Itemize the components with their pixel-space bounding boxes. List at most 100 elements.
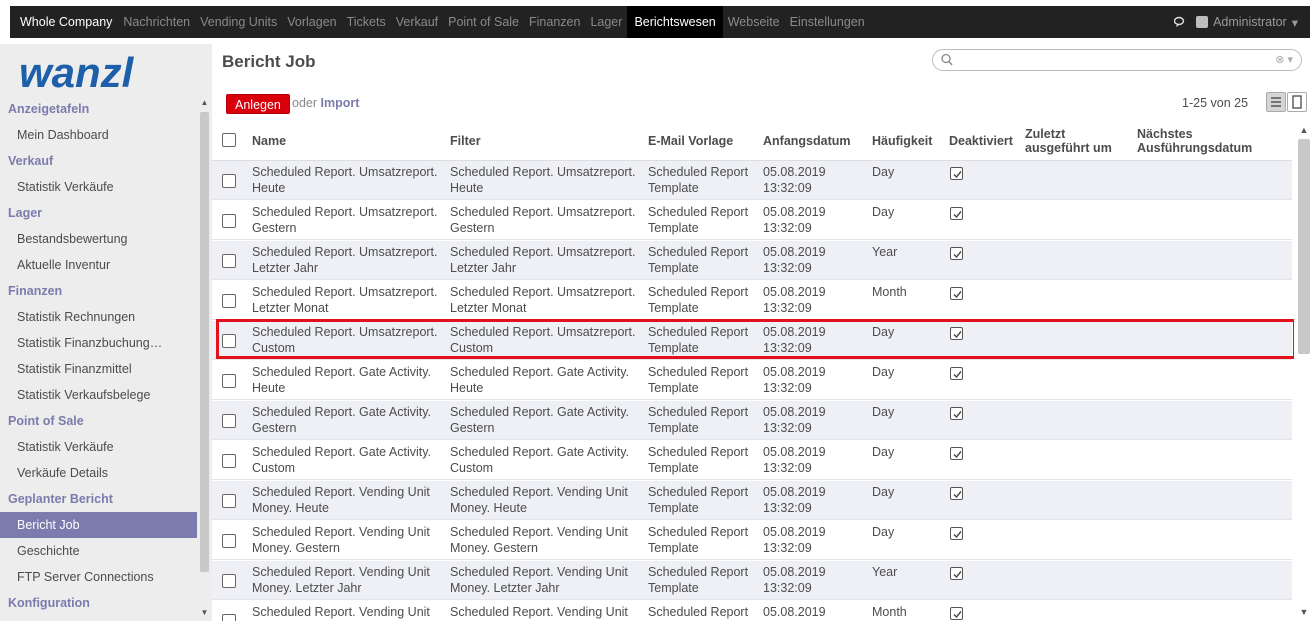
row-checkbox[interactable]	[222, 254, 236, 268]
row-checkbox[interactable]	[222, 534, 236, 548]
table-row[interactable]: Scheduled Report. Vending Unit Money. Heu…	[212, 481, 1292, 520]
menu-berichtswesen[interactable]: Berichtswesen	[627, 6, 723, 38]
row-checkbox[interactable]	[222, 374, 236, 388]
caret-down-icon: ▾	[1291, 15, 1298, 30]
sidebar-item[interactable]: Statistik Finanzbuchung…	[0, 330, 197, 356]
sidebar-item[interactable]: Bericht Job	[0, 512, 197, 538]
sidebar-item[interactable]: Bestandsbewertung	[0, 226, 197, 252]
col-deactivated[interactable]: Deaktiviert	[949, 121, 1013, 161]
table-row[interactable]: Scheduled Report. Vending UnitMoney. Let…	[212, 561, 1292, 600]
select-all-checkbox[interactable]	[222, 133, 236, 147]
col-frequency[interactable]: Häufigkeit	[872, 121, 932, 161]
menu-point-of-sale[interactable]: Point of Sale	[443, 6, 524, 38]
sidebar-scrollbar[interactable]: ▲ ▼	[197, 96, 212, 621]
scroll-up-icon[interactable]: ▲	[200, 98, 209, 107]
menu-lager[interactable]: Lager	[585, 6, 627, 38]
row-checkbox[interactable]	[222, 574, 236, 588]
row-checkbox[interactable]	[222, 414, 236, 428]
row-checkbox[interactable]	[222, 614, 236, 621]
menu-finanzen[interactable]: Finanzen	[524, 6, 585, 38]
scroll-down-icon[interactable]: ▼	[1299, 607, 1309, 617]
cell-email-template-line: Template	[648, 341, 699, 355]
cell-frequency-line: Day	[872, 445, 895, 459]
menu-verkauf[interactable]: Verkauf	[391, 6, 443, 38]
row-checkbox[interactable]	[222, 454, 236, 468]
sidebar-scroll-thumb[interactable]	[200, 112, 209, 572]
table-row[interactable]: Scheduled Report. Umsatzreport. Letzter M…	[212, 281, 1292, 320]
cell-start-date-line: 05.08.2019	[763, 605, 826, 619]
table-row[interactable]: Scheduled Report. Umsatzreport. Gestern Sc…	[212, 201, 1292, 240]
cell-filter-line: Heute	[450, 181, 484, 195]
row-checkbox[interactable]	[222, 494, 236, 508]
menu-tickets[interactable]: Tickets	[342, 6, 391, 38]
deactivated-checkbox	[950, 287, 963, 300]
company-switcher[interactable]: Whole Company	[20, 6, 118, 38]
table-row[interactable]: Scheduled Report. Gate Activity. Custom Sc…	[212, 441, 1292, 480]
row-checkbox[interactable]	[222, 214, 236, 228]
cell-name: Scheduled Report. Gate Activity. Custom	[252, 444, 431, 476]
company-logo[interactable]: wanzl	[17, 53, 197, 93]
cell-start-date-line: 05.08.2019	[763, 245, 826, 259]
form-view-button[interactable]	[1287, 92, 1307, 112]
sidebar-item[interactable]: Statistik Verkäufe	[0, 174, 197, 200]
col-start-date[interactable]: Anfangsdatum	[763, 121, 851, 161]
cell-start-date-line: 05.08.2019	[763, 565, 826, 579]
pager: 1-25 von 25	[1182, 96, 1249, 110]
scroll-down-icon[interactable]: ▼	[200, 608, 209, 617]
table-row[interactable]: Scheduled Report. Gate Activity. Gestern S…	[212, 401, 1292, 440]
scroll-up-icon[interactable]: ▲	[1299, 125, 1309, 135]
table-row[interactable]: Scheduled Report. Gate Activity. Heute Sch…	[212, 361, 1292, 400]
list-icon	[1271, 97, 1281, 107]
create-button[interactable]: Anlegen	[226, 94, 290, 114]
table-row[interactable]: Scheduled Report. Vending Unit Money. Ges…	[212, 521, 1292, 560]
menu-vending-units[interactable]: Vending Units	[195, 6, 282, 38]
search-input[interactable]: ⊗ ▾	[932, 49, 1302, 71]
col-next-run-line2: Ausführungsdatum	[1137, 141, 1253, 155]
sidebar-item[interactable]: FTP Server Connections	[0, 564, 197, 590]
sidebar-item[interactable]: Statistik Finanzmittel	[0, 356, 197, 382]
cell-email-template-line: Scheduled Report	[648, 485, 749, 499]
sidebar-item[interactable]: Statistik Verkaufsbelege	[0, 382, 197, 408]
cell-filter: Scheduled Report. Umsatzreport. Letzter M…	[450, 284, 636, 316]
user-menu[interactable]: Administrator ▾	[1196, 15, 1298, 30]
table-row[interactable]: Scheduled Report. Umsatzreport. Heute Sche…	[212, 161, 1292, 200]
menu-vorlagen[interactable]: Vorlagen	[282, 6, 341, 38]
menu-webseite[interactable]: Webseite	[723, 6, 785, 38]
search-options-icon[interactable]: ⊗ ▾	[1275, 53, 1293, 66]
cell-start-date-line: 05.08.2019	[763, 205, 826, 219]
list-view-button[interactable]	[1266, 92, 1286, 112]
cell-name-line: Letzter Jahr	[252, 261, 319, 275]
col-name[interactable]: Name	[252, 121, 286, 161]
menu-einstellungen[interactable]: Einstellungen	[785, 6, 870, 38]
cell-start-date-line: 13:32:09	[763, 181, 812, 195]
menu-nachrichten[interactable]: Nachrichten	[118, 6, 195, 38]
table-scrollbar[interactable]: ▲ ▼	[1294, 121, 1314, 621]
sidebar-item[interactable]: Statistik Verkäufe	[0, 434, 197, 460]
sidebar-item[interactable]: Aktuelle Inventur	[0, 252, 197, 278]
col-email-template[interactable]: E-Mail Vorlage	[648, 121, 733, 161]
deactivated-checkbox	[950, 167, 963, 180]
cell-name-line: Scheduled Report. Gate Activity.	[252, 365, 432, 379]
sidebar-item[interactable]: Verkäufe Details	[0, 460, 197, 486]
cell-frequency: Month	[872, 604, 907, 620]
table-scroll-thumb[interactable]	[1298, 139, 1310, 354]
sidebar-item[interactable]: Mein Dashboard	[0, 122, 197, 148]
chat-icon[interactable]	[1174, 16, 1186, 28]
table-row[interactable]: Scheduled Report. Umsatzreport. Custom Sch…	[212, 321, 1292, 360]
row-checkbox[interactable]	[222, 334, 236, 348]
col-filter[interactable]: Filter	[450, 121, 481, 161]
sidebar-item[interactable]: Geschichte	[0, 538, 197, 564]
table-row[interactable]: Scheduled Report. Umsatzreport. Letzter J…	[212, 241, 1292, 280]
cell-name: Scheduled Report. Vending Unit Money. Let…	[252, 564, 430, 596]
sidebar-item[interactable]: Statistik Rechnungen	[0, 304, 197, 330]
row-checkbox[interactable]	[222, 294, 236, 308]
cell-start-date-line: 13:32:09	[763, 261, 812, 275]
col-last-run[interactable]: Zuletzt ausgeführt um	[1025, 121, 1112, 161]
cell-frequency-line: Day	[872, 485, 895, 499]
cell-frequency: Day	[872, 484, 894, 500]
cell-name: Scheduled Report. Gate Activity. Heute	[252, 364, 431, 396]
row-checkbox[interactable]	[222, 174, 236, 188]
table-row[interactable]: Scheduled Report. Vending UnitMoney. Let…	[212, 601, 1292, 621]
col-next-run[interactable]: Nächstes Ausführungsdatum	[1137, 121, 1252, 161]
import-link[interactable]: Import	[321, 96, 360, 110]
